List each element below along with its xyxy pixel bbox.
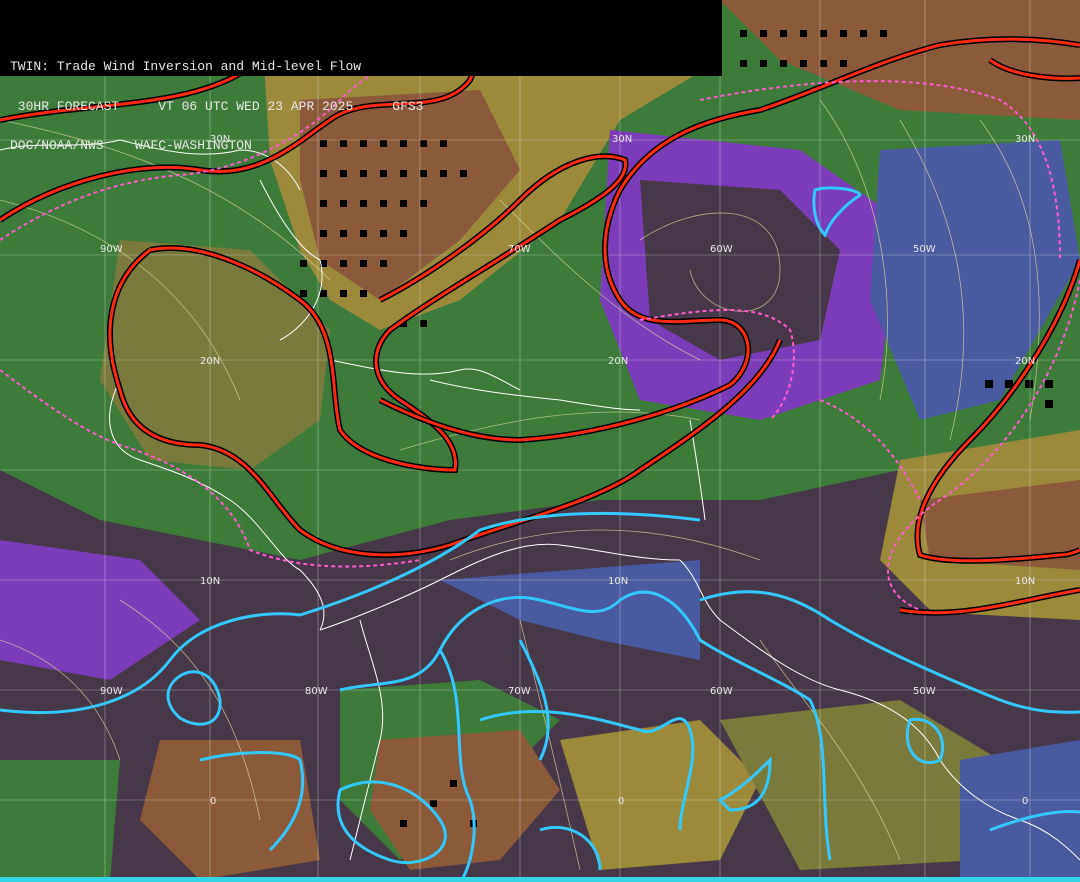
lat-label: 20N [200, 356, 220, 367]
lon-label: 50W [913, 686, 936, 697]
lat-label: 0 [1022, 796, 1028, 807]
lat-label: 30N [1015, 134, 1035, 145]
lon-label: 50W [913, 244, 936, 255]
lon-label: 90W [100, 686, 123, 697]
lon-label: 90W [100, 244, 123, 255]
lat-label: 20N [608, 356, 628, 367]
lat-label: 10N [200, 576, 220, 587]
lon-label: 70W [508, 686, 531, 697]
forecast-info: 30HR FORECAST VT 06 UTC WED 23 APR 2025 … [10, 98, 424, 114]
map-title: TWIN: Trade Wind Inversion and Mid-level… [10, 59, 362, 74]
lon-label: 80W [305, 686, 328, 697]
lat-label: 10N [608, 576, 628, 587]
lon-label: 60W [710, 686, 733, 697]
lon-label: 60W [710, 244, 733, 255]
lat-label: 0 [618, 796, 624, 807]
lat-label: 10N [1015, 576, 1035, 587]
map-header: TWIN: Trade Wind Inversion and Mid-level… [0, 0, 722, 152]
bottom-border [0, 877, 1080, 882]
lat-label: 0 [210, 796, 216, 807]
lon-label: 70W [508, 244, 531, 255]
lat-label: 20N [1015, 356, 1035, 367]
issuer-info: DOC/NOAA/NWS WAFC-WASHINGTON [10, 138, 252, 153]
